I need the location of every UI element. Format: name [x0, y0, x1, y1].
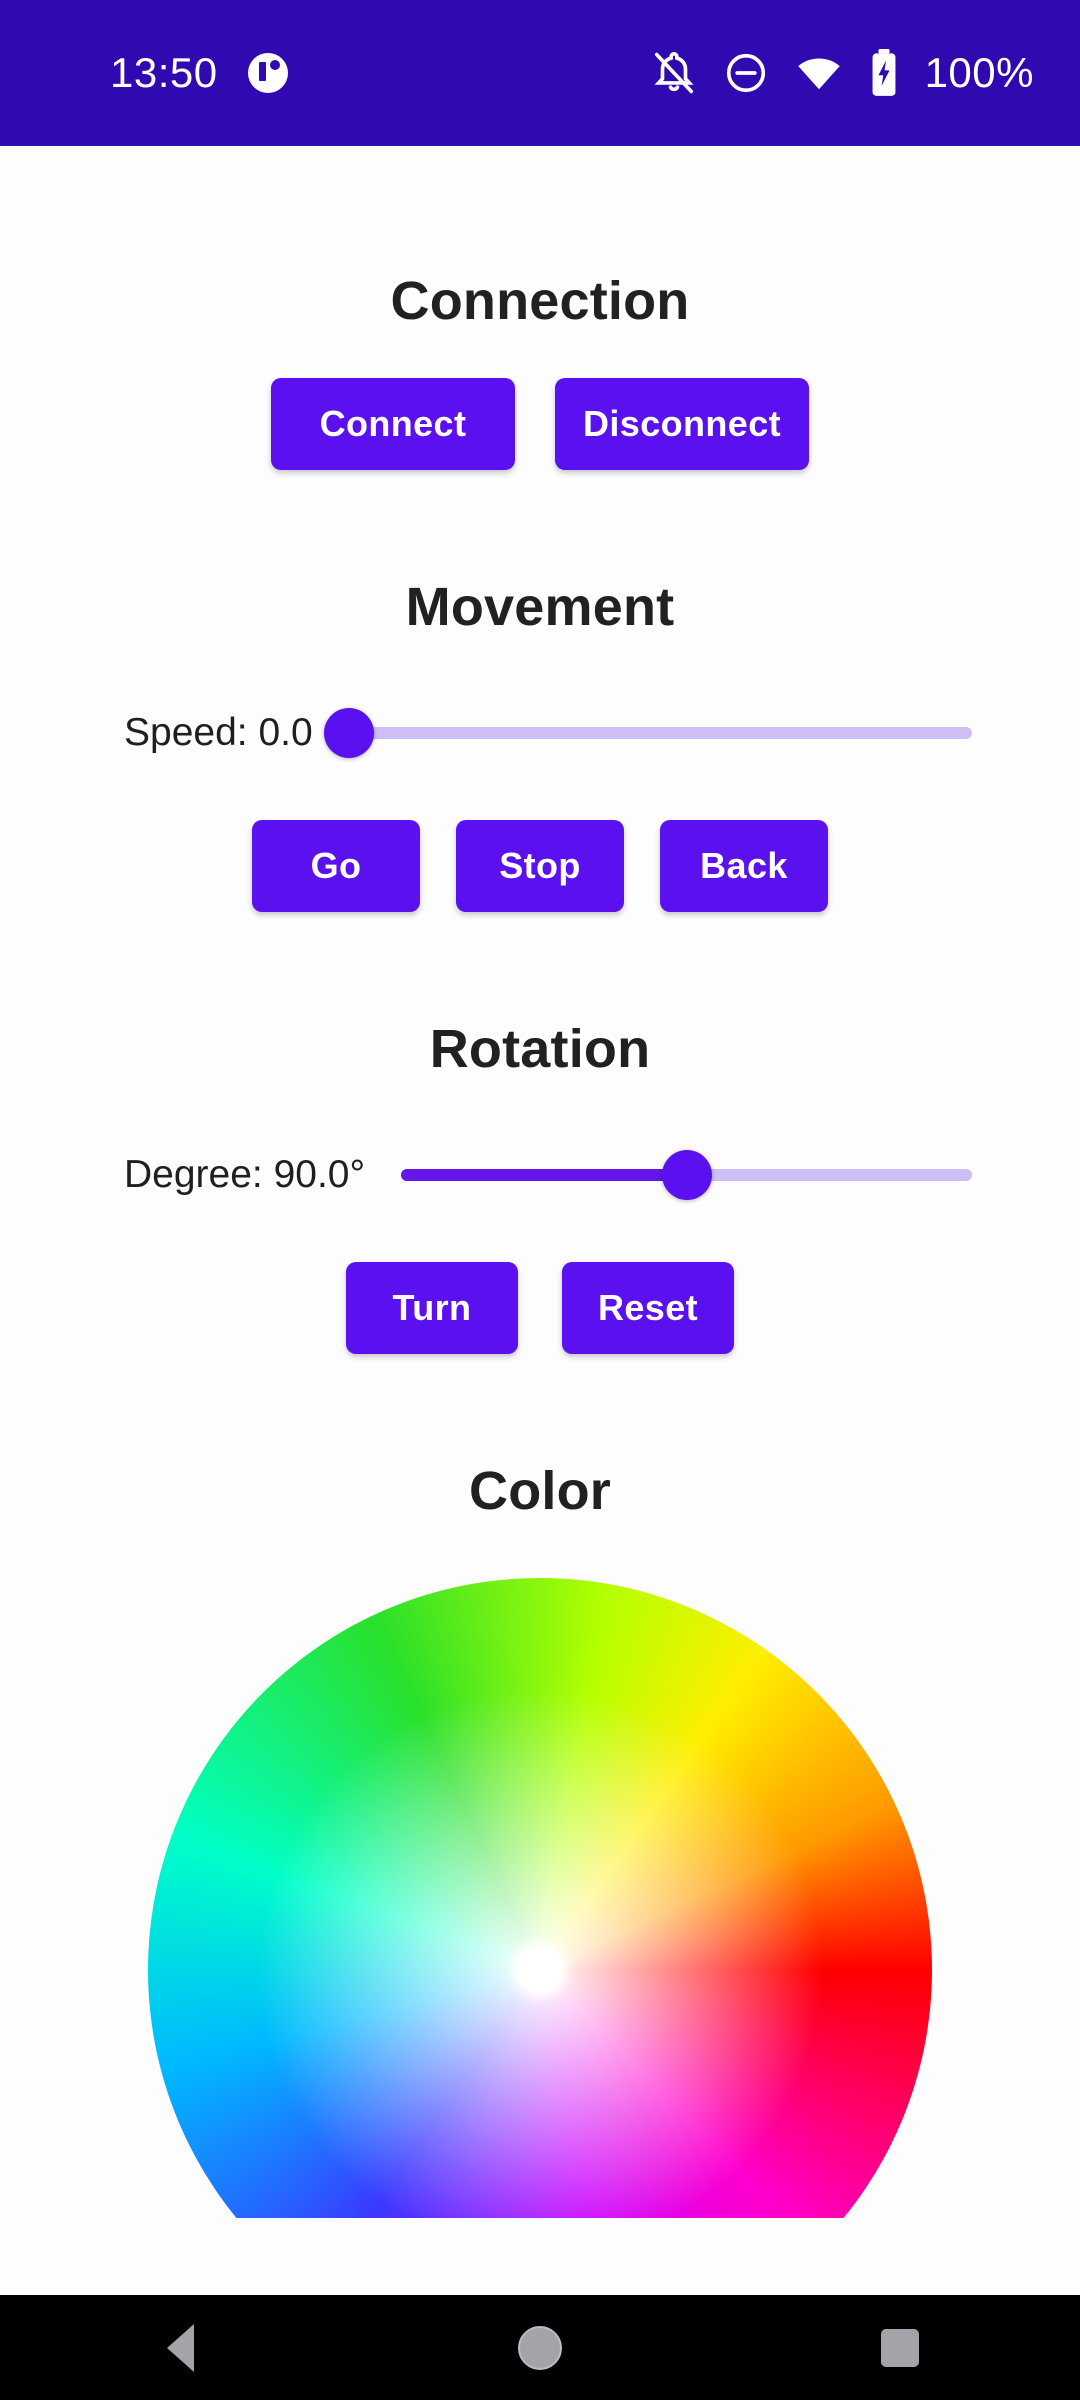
degree-label: Degree: 90.0° [124, 1153, 366, 1196]
go-button[interactable]: Go [252, 820, 420, 912]
connect-button[interactable]: Connect [270, 378, 515, 470]
speed-slider[interactable] [323, 698, 972, 768]
status-bar-right: 100% [651, 49, 1034, 97]
color-wheel-area [0, 1578, 1080, 2218]
app-notification-icon [247, 53, 288, 93]
app-content: Connection Connect Disconnect Movement S… [0, 146, 1080, 2295]
status-bar: 13:50 100% [0, 0, 1080, 146]
wifi-icon [795, 50, 843, 96]
rotation-section-title: Rotation [429, 1019, 651, 1079]
speed-slider-track[interactable] [348, 727, 972, 739]
speed-slider-row: Speed: 0.0 [0, 698, 1080, 768]
degree-slider-row: Degree: 90.0° [0, 1140, 1080, 1210]
reset-button[interactable]: Reset [562, 1262, 734, 1354]
status-bar-left: 13:50 [110, 49, 288, 97]
disconnect-button[interactable]: Disconnect [554, 378, 810, 470]
status-bar-clock: 13:50 [110, 49, 218, 96]
home-circle-icon [518, 2325, 562, 2370]
movement-button-row: Go Stop Back [0, 820, 1080, 912]
rotation-button-row: Turn Reset [0, 1262, 1080, 1354]
nav-back-button[interactable] [90, 2295, 270, 2400]
color-wheel-selector[interactable] [517, 1947, 563, 1993]
speed-slider-thumb[interactable] [323, 708, 374, 758]
nav-recents-button[interactable] [810, 2295, 990, 2400]
speed-label: Speed: 0.0 [124, 711, 313, 754]
connection-section-title: Connection [390, 271, 690, 331]
stop-button[interactable]: Stop [456, 820, 624, 912]
turn-button[interactable]: Turn [346, 1262, 518, 1354]
movement-section-title: Movement [405, 577, 675, 637]
android-navigation-bar [0, 2295, 1080, 2400]
back-triangle-icon [166, 2323, 194, 2372]
color-section-title: Color [469, 1461, 611, 1521]
recents-square-icon [881, 2328, 919, 2367]
back-button[interactable]: Back [660, 820, 828, 912]
notifications-off-icon [651, 50, 697, 96]
degree-slider-thumb[interactable] [661, 1150, 712, 1200]
color-wheel-picker[interactable] [148, 1578, 932, 2218]
battery-percent-label: 100% [924, 49, 1034, 96]
degree-slider-fill [401, 1169, 687, 1181]
nav-home-button[interactable] [450, 2295, 630, 2400]
connection-button-row: Connect Disconnect [0, 378, 1080, 470]
do-not-disturb-icon [723, 50, 769, 96]
degree-slider[interactable] [401, 1140, 972, 1210]
battery-charging-icon [869, 49, 899, 97]
